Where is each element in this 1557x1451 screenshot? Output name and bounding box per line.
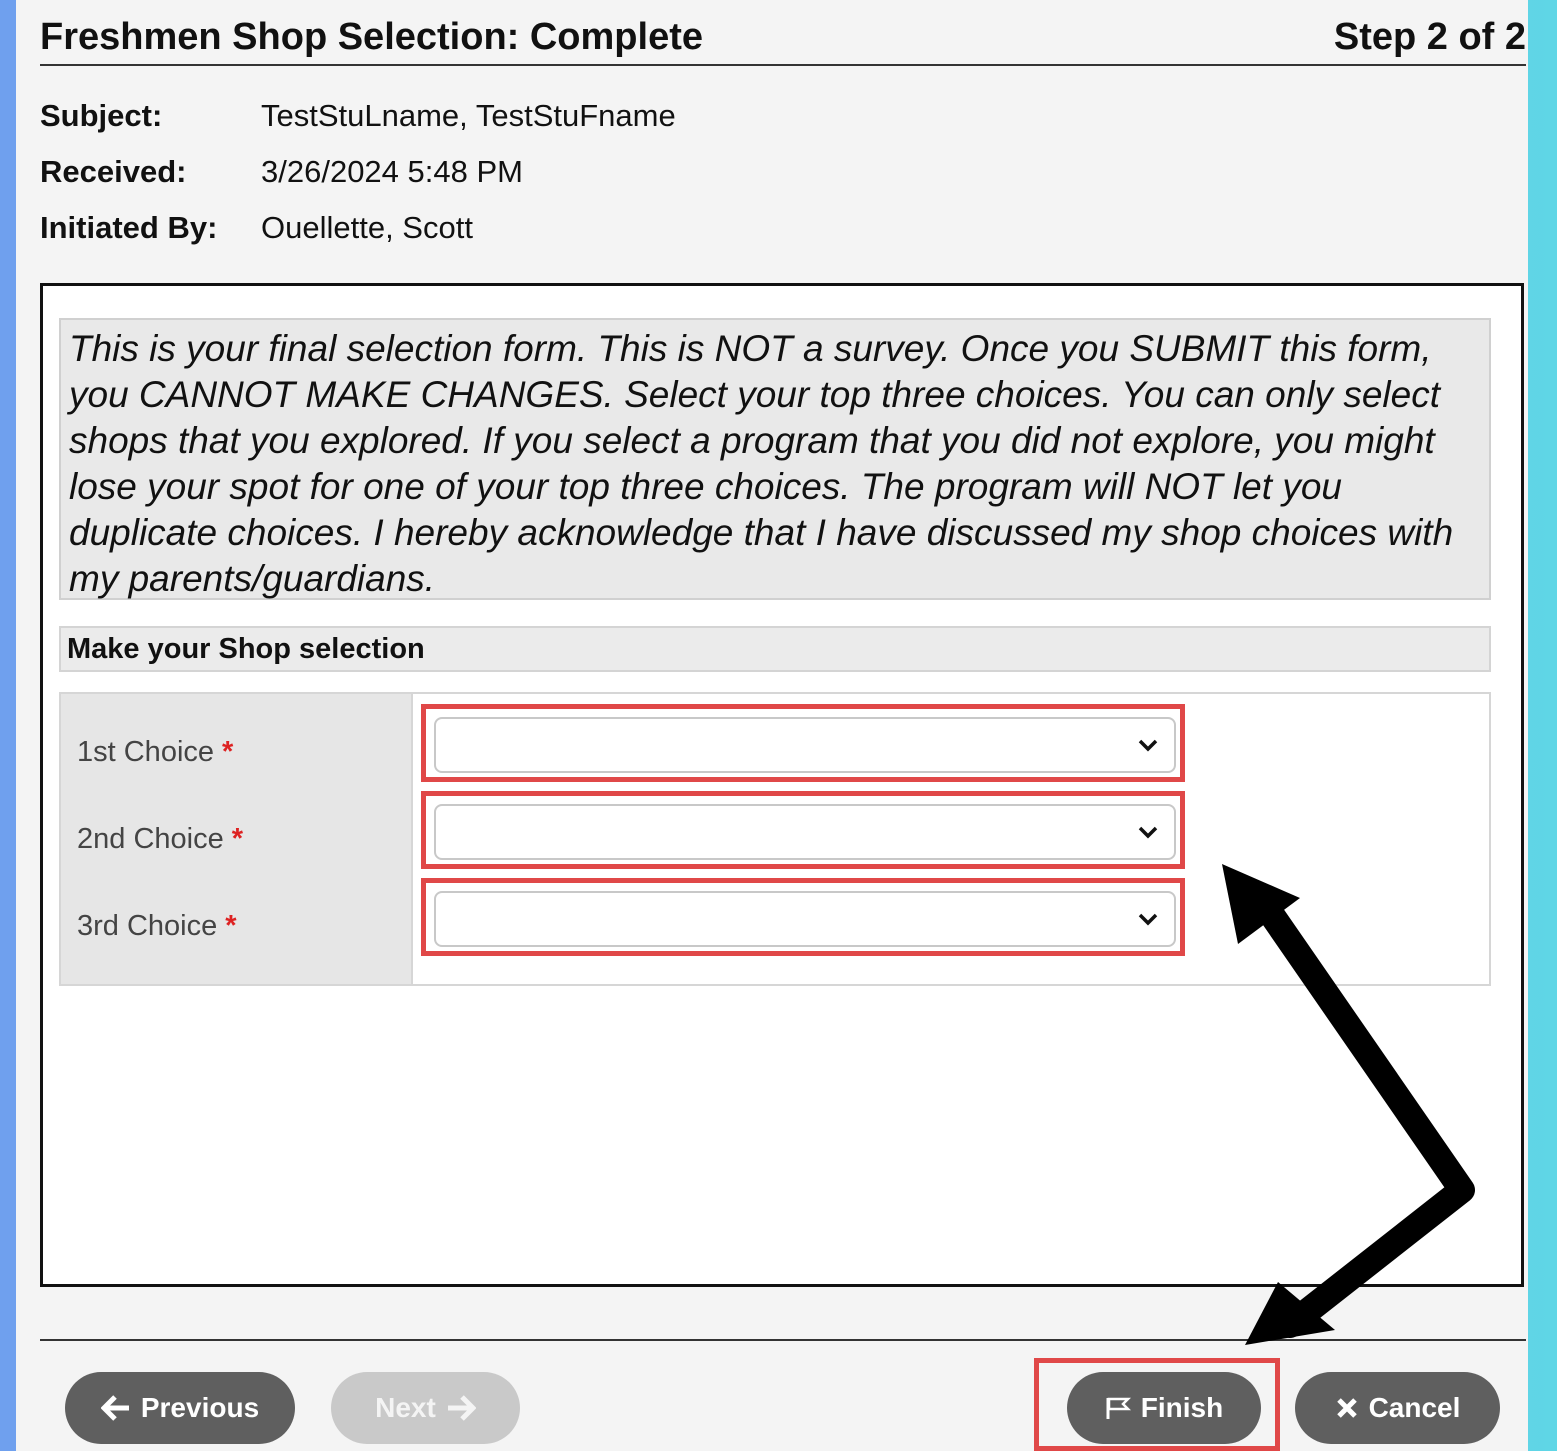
page-header: Freshmen Shop Selection: Complete Step 2… [40, 14, 1526, 66]
flag-icon [1106, 1397, 1131, 1419]
choice-1-label: 1st Choice * [77, 736, 233, 769]
initiated-label: Initiated By: [40, 210, 218, 245]
choice-3-label: 3rd Choice * [77, 910, 237, 943]
cancel-label: Cancel [1368, 1392, 1461, 1423]
arrow-left-icon [100, 1395, 129, 1421]
received-label: Received: [40, 154, 187, 189]
subject-label: Subject: [40, 98, 163, 133]
form-panel: Freshmen Shop Selection: Complete Step 2… [16, 0, 1528, 1451]
choice-3-label-text: 3rd Choice [77, 910, 218, 942]
choice-2-label: 2nd Choice * [77, 823, 243, 856]
choice-1-label-text: 1st Choice [77, 736, 215, 768]
form-content-box: This is your final selection form. This … [40, 283, 1524, 1287]
section-title: Make your Shop selection [59, 626, 1491, 672]
required-marker: * [225, 910, 237, 942]
arrow-right-icon [447, 1395, 476, 1421]
next-button[interactable]: Next [331, 1372, 520, 1444]
initiated-value: Ouellette, Scott [261, 210, 473, 245]
step-indicator: Step 2 of 2 [1333, 16, 1526, 58]
choice-3-highlight [421, 878, 1185, 956]
choices-label-column: 1st Choice * 2nd Choice * 3rd Choice * [61, 694, 413, 984]
choice-1-select[interactable] [434, 717, 1176, 773]
required-marker: * [231, 823, 244, 855]
previous-label: Previous [140, 1392, 260, 1423]
required-marker: * [222, 736, 234, 768]
footer-divider [40, 1339, 1526, 1341]
page-title: Freshmen Shop Selection: Complete [40, 16, 703, 58]
subject-value: TestStuLname, TestStuFname [261, 98, 676, 133]
choice-2-highlight [421, 791, 1185, 869]
choices-table: 1st Choice * 2nd Choice * 3rd Choice * [59, 692, 1491, 986]
finish-button[interactable]: Finish [1067, 1372, 1261, 1444]
choice-1-highlight [421, 704, 1185, 782]
x-icon [1336, 1398, 1357, 1418]
choice-3-select[interactable] [434, 891, 1176, 947]
chevron-down-icon [1138, 739, 1158, 752]
previous-button[interactable]: Previous [65, 1372, 295, 1444]
selection-notice: This is your final selection form. This … [59, 318, 1491, 600]
choice-2-label-text: 2nd Choice [77, 823, 224, 855]
cancel-button[interactable]: Cancel [1295, 1372, 1500, 1444]
chevron-down-icon [1138, 826, 1158, 839]
chevron-down-icon [1138, 913, 1158, 926]
finish-label: Finish [1140, 1392, 1224, 1423]
choice-2-select[interactable] [434, 804, 1176, 860]
next-label: Next [375, 1392, 436, 1423]
received-value: 3/26/2024 5:48 PM [261, 154, 523, 189]
